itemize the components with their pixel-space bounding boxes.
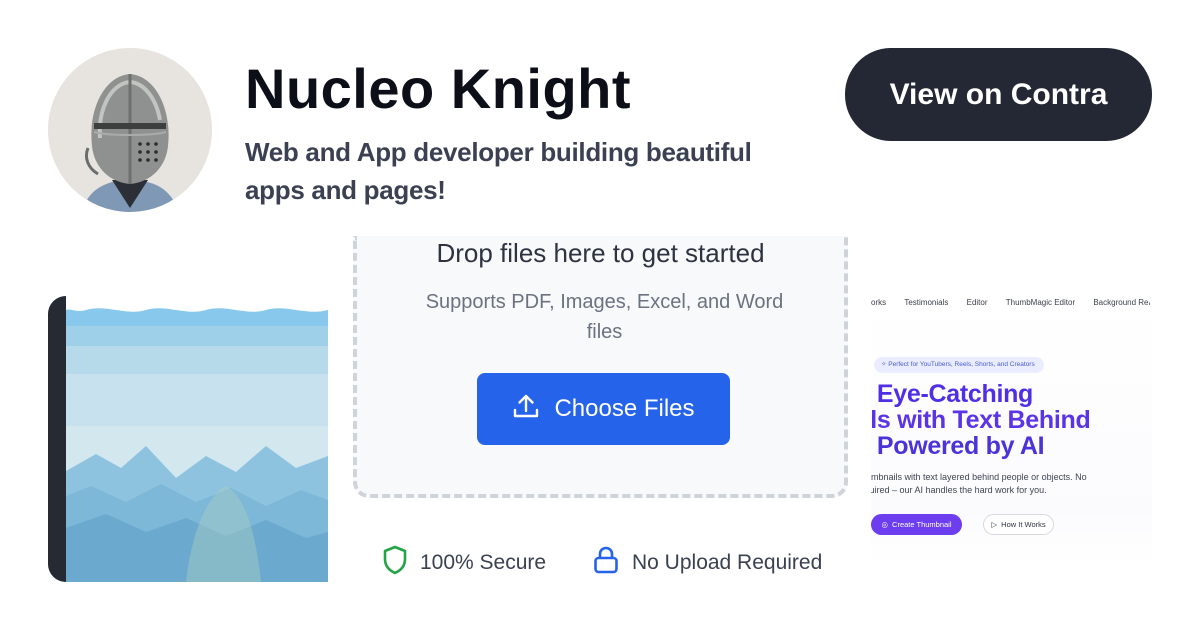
choose-files-label: Choose Files — [554, 395, 695, 422]
preview-how-it-works-button: ▷ How It Works — [983, 514, 1054, 535]
preview-nav: orks Testimonials Editor ThumbMagic Edit… — [871, 298, 1152, 307]
camera-icon: ◎ — [881, 520, 889, 529]
knight-helmet-image — [48, 48, 212, 212]
preview-nav-item: Editor — [966, 298, 988, 307]
preview-headline: ate Eye-Catching nails with Text Behind … — [871, 381, 1152, 459]
dropzone-title: Drop files here to get started — [436, 238, 765, 268]
preview-nav-item: ThumbMagic Editor — [1005, 298, 1076, 307]
trust-badge-secure: 100% Secure — [382, 545, 547, 581]
mountain-landscape-image — [66, 296, 328, 582]
file-dropzone[interactable]: Drop files here to get started Supports … — [353, 236, 848, 498]
trust-badge-no-upload: No Upload Required — [592, 546, 822, 580]
trust-badge-label: No Upload Required — [632, 551, 823, 574]
shield-icon — [382, 545, 408, 581]
project-preview-landscape[interactable] — [48, 296, 328, 582]
preview-how-it-works-label: How It Works — [1001, 520, 1046, 529]
preview-description-line: onal thumbnails with text layered behind… — [871, 472, 1087, 482]
play-icon: ▷ — [991, 520, 998, 529]
preview-frame-edge — [48, 296, 66, 582]
preview-pill-label: Perfect for YouTubers, Reels, Shorts, an… — [888, 361, 1035, 368]
project-preview-thumbnail-site[interactable]: orks Testimonials Editor ThumbMagic Edit… — [871, 295, 1152, 565]
preview-headline-line: n – Powered by AI — [871, 432, 1045, 460]
preview-headline-line: nails with Text Behind — [871, 406, 1091, 434]
preview-create-thumbnail-label: Create Thumbnail — [892, 520, 952, 529]
profile-tagline: Web and App developer building beautiful… — [245, 137, 752, 205]
preview-headline-line: ate Eye-Catching — [871, 380, 1034, 408]
upload-icon — [512, 392, 540, 427]
trust-badge-label: 100% Secure — [420, 551, 547, 574]
profile-name: Nucleo Knight — [245, 57, 632, 120]
preview-audience-pill: ✧ Perfect for YouTubers, Reels, Shorts, … — [874, 357, 1044, 373]
preview-create-thumbnail-button: ◎ Create Thumbnail — [871, 514, 962, 535]
dropzone-subtitle: Supports PDF, Images, Excel, and Word fi… — [425, 291, 784, 343]
choose-files-button[interactable]: Choose Files — [477, 373, 730, 445]
preview-nav-item: orks — [871, 298, 887, 307]
preview-description: onal thumbnails with text layered behind… — [871, 471, 1152, 497]
lock-icon — [592, 545, 620, 581]
avatar — [48, 48, 212, 212]
preview-description-line: kills required – our AI handles the hard… — [871, 485, 1047, 495]
preview-nav-item: Testimonials — [904, 298, 949, 307]
view-on-contra-button[interactable]: View on Contra — [845, 48, 1152, 141]
preview-nav-item: Background Remover — [1093, 298, 1152, 307]
